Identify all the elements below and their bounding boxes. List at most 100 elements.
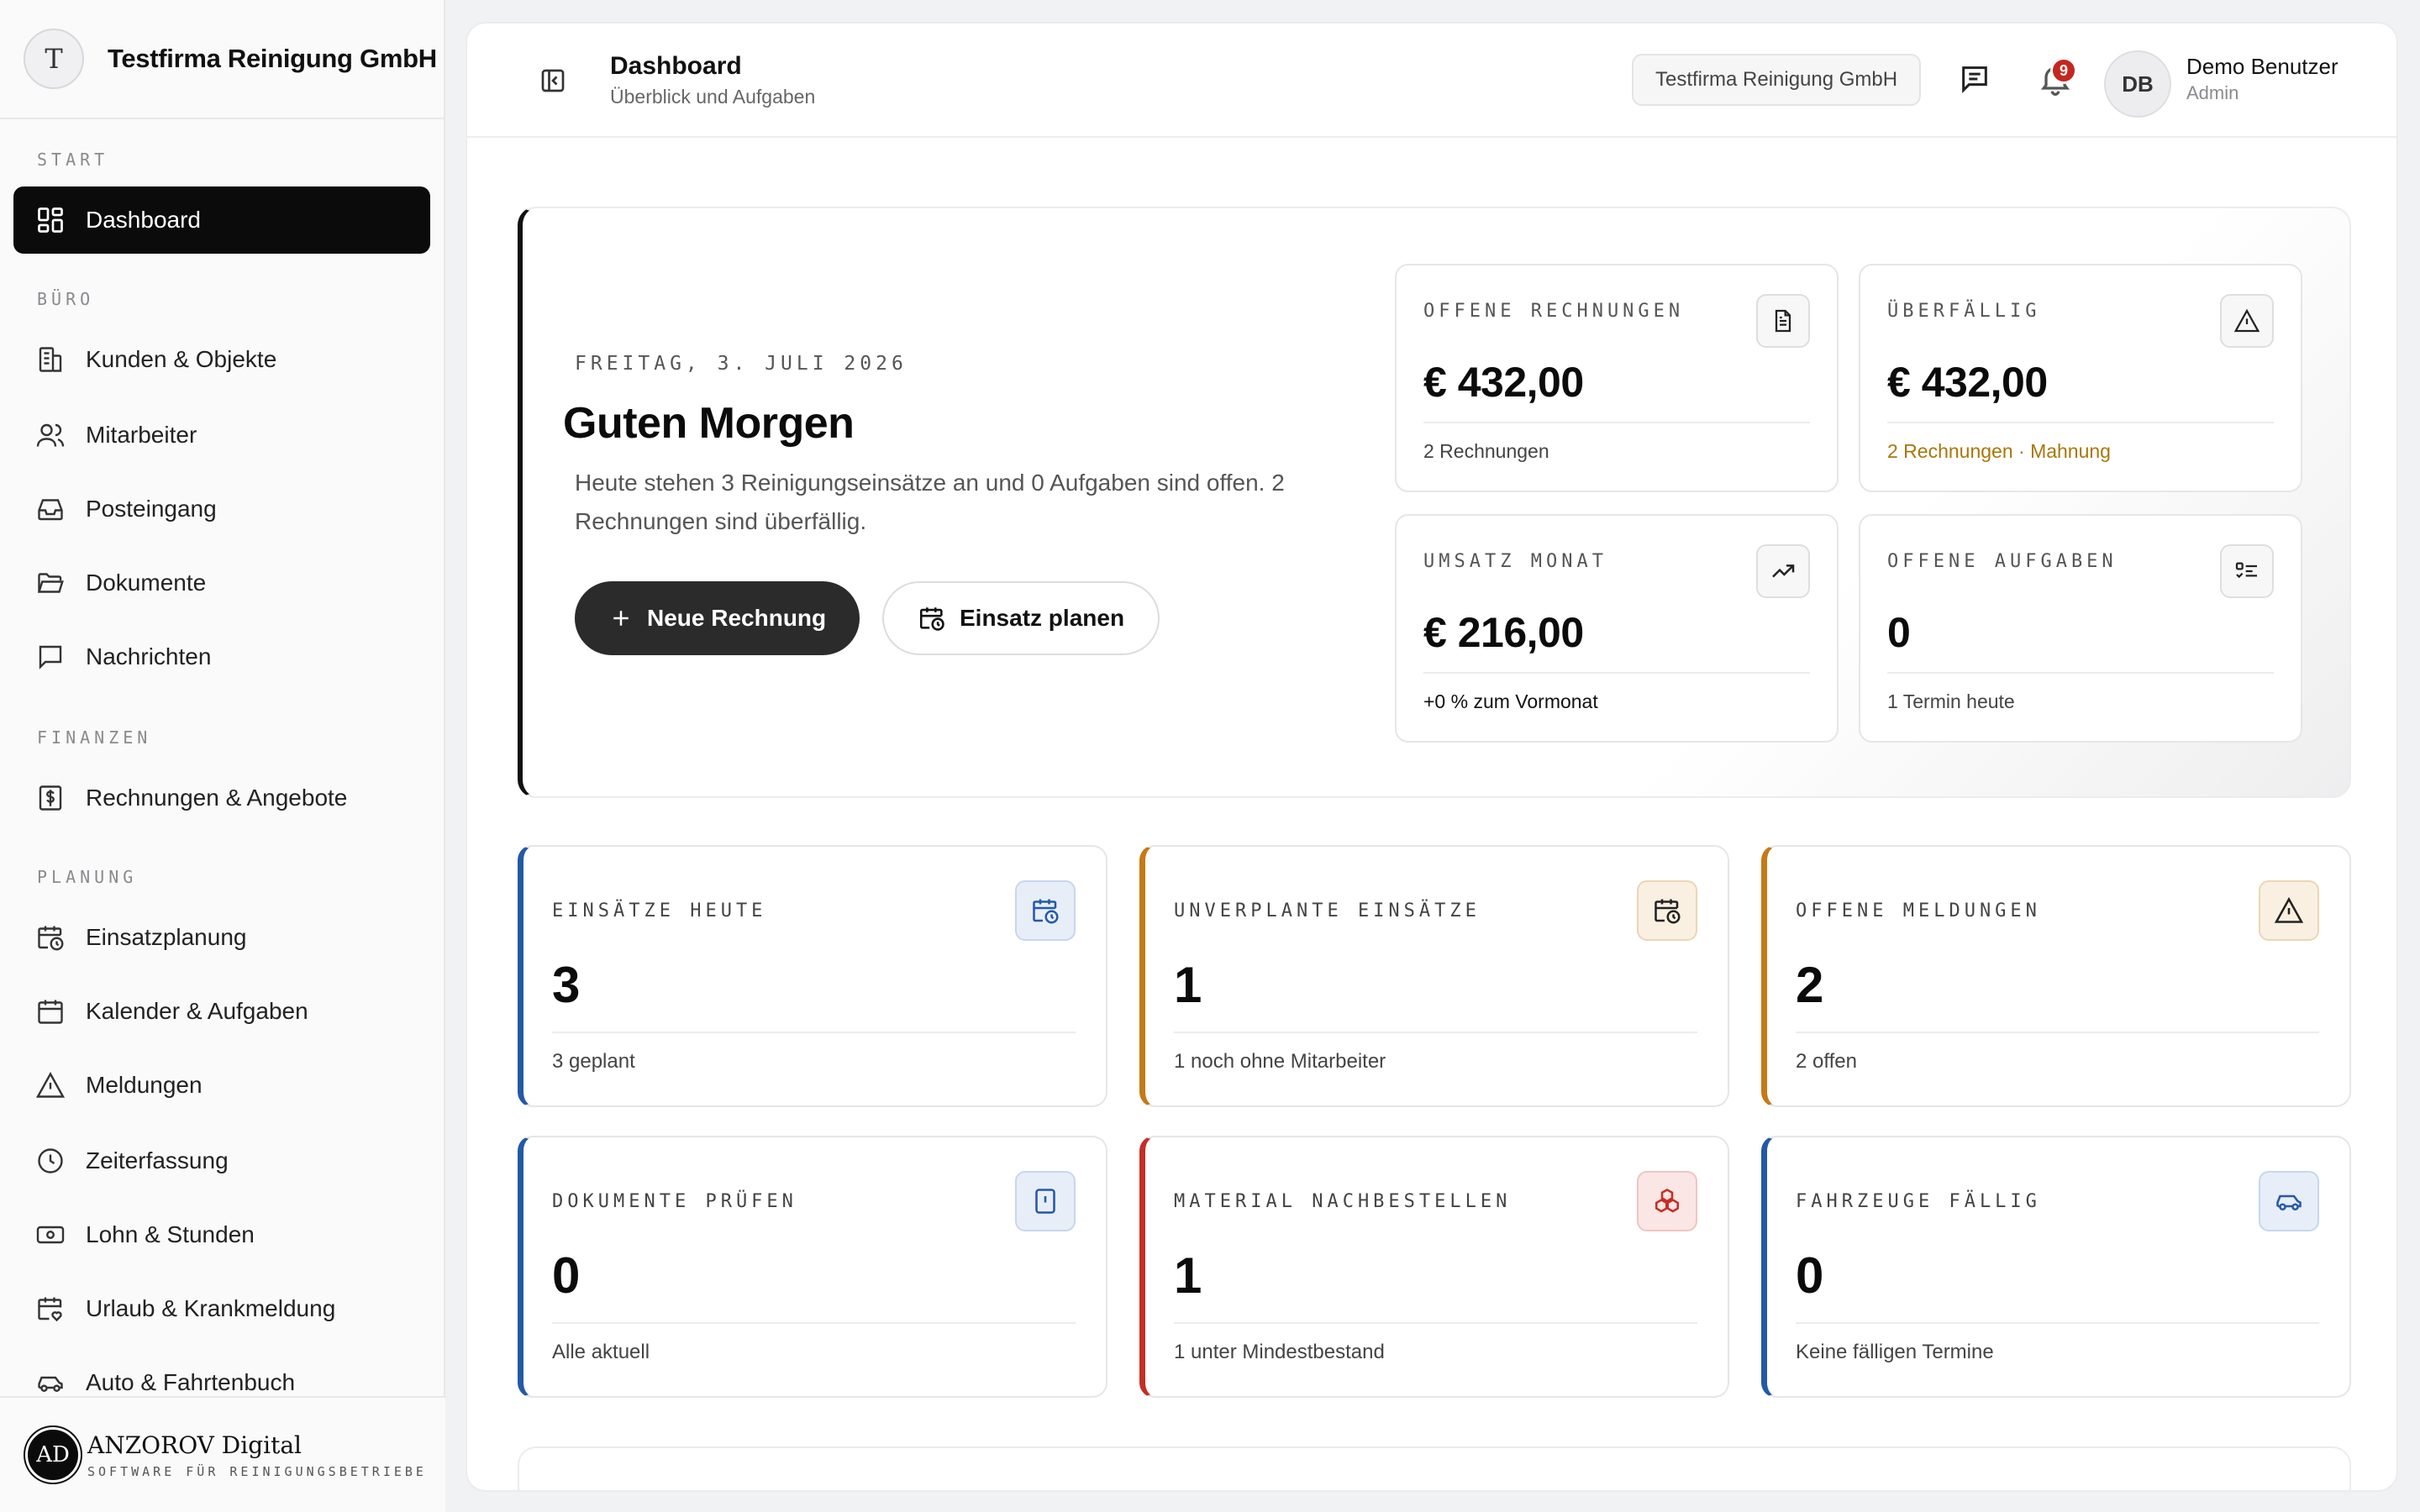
sidebar-item-label: Dashboard (86, 207, 201, 233)
sidebar-item-label: Meldungen (86, 1072, 203, 1098)
sidebar-item-nachrichten[interactable]: Nachrichten (13, 623, 430, 690)
brand-avatar: T (24, 29, 84, 89)
next-section-card (518, 1446, 2351, 1490)
kpi-open-tasks[interactable]: OFFENE AUFGABEN 0 1 Termin heute (1859, 514, 2302, 743)
stat-material-nachbestellen[interactable]: MATERIAL NACHBESTELLEN 1 1 unter Mindest… (1139, 1136, 1729, 1398)
plan-assignment-label: Einsatz planen (960, 605, 1125, 631)
messages-icon[interactable] (1958, 62, 1991, 96)
dashboard-icon (38, 207, 63, 233)
sidebar-item-urlaub[interactable]: Urlaub & Krankmeldung (13, 1275, 430, 1342)
sidebar-item-mitarbeiter[interactable]: Mitarbeiter (13, 402, 430, 469)
stat-offene-meldungen[interactable]: OFFENE MELDUNGEN 2 2 offen (1761, 845, 2351, 1107)
sidebar: T Testfirma Reinigung GmbH START Dashboa… (0, 0, 445, 1512)
kpi-value: 0 (1887, 609, 1911, 656)
stat-note: 1 noch ohne Mitarbeiter (1174, 1050, 1386, 1073)
building-icon (39, 347, 62, 372)
brand-name: Testfirma Reinigung GmbH (108, 44, 437, 73)
car-icon (2276, 1194, 2302, 1211)
nav-section-buero: BÜRO (37, 289, 95, 309)
sidebar-item-kalender[interactable]: Kalender & Aufgaben (13, 978, 430, 1045)
new-invoice-button[interactable]: Neue Rechnung (575, 581, 860, 655)
trend-up-icon (1772, 564, 1795, 578)
stat-note: Alle aktuell (552, 1341, 650, 1363)
sidebar-item-meldungen[interactable]: Meldungen (13, 1052, 430, 1119)
stat-value: 2 (1796, 957, 1824, 1013)
kpi-open-invoices[interactable]: OFFENE RECHNUNGEN € 432,00 2 Rechnungen (1395, 264, 1839, 492)
calendar-icon (38, 1000, 63, 1024)
sidebar-item-zeiterfassung[interactable]: Zeiterfassung (13, 1127, 430, 1194)
kpi-label: OFFENE RECHNUNGEN (1423, 301, 1685, 322)
user-avatar[interactable]: DB (2104, 50, 2171, 118)
kpi-revenue-month[interactable]: UMSATZ MONAT € 216,00 +0 % zum Vormonat (1395, 514, 1839, 743)
user-name[interactable]: Demo Benutzer (2186, 54, 2338, 80)
vendor-title: ANZOROV Digital (87, 1431, 302, 1459)
stat-value: 0 (552, 1247, 581, 1304)
nav-section-finanzen: FINANZEN (37, 727, 152, 748)
brand-header[interactable]: T Testfirma Reinigung GmbH (0, 0, 444, 119)
checklist-icon (2235, 562, 2257, 579)
kpi-note: +0 % zum Vormonat (1423, 690, 1598, 712)
nav-section-planung: PLANUNG (37, 867, 138, 887)
sidebar-item-label: Mitarbeiter (86, 422, 197, 448)
sidebar-item-lohn[interactable]: Lohn & Stunden (13, 1201, 430, 1268)
sidebar-item-posteingang[interactable]: Posteingang (13, 475, 430, 543)
sidebar-item-label: Einsatzplanung (86, 924, 247, 950)
hero-date: FREITAG, 3. JULI 2026 (575, 353, 908, 375)
vendor-subtitle: SOFTWARE FÜR REINIGUNGSBETRIEBE (87, 1463, 427, 1479)
calendar-heart-icon (38, 1297, 62, 1322)
kpi-label: UMSATZ MONAT (1423, 551, 1607, 572)
folder-icon (37, 573, 64, 593)
sidebar-item-label: Kalender & Aufgaben (86, 998, 308, 1024)
stat-note: 1 unter Mindestbestand (1174, 1341, 1385, 1363)
kpi-note: 1 Termin heute (1887, 690, 2015, 712)
main-panel: Dashboard Überblick und Aufgaben Testfir… (466, 22, 2398, 1492)
stat-label: OFFENE MELDUNGEN (1796, 900, 2041, 921)
sidebar-toggle-icon[interactable] (538, 66, 568, 96)
nav-section-start: START (37, 150, 109, 170)
user-role: Admin (2186, 82, 2239, 103)
kpi-note: 2 Rechnungen (1423, 440, 1549, 462)
company-switcher[interactable]: Testfirma Reinigung GmbH (1632, 54, 1922, 106)
money-icon (36, 1226, 65, 1244)
stat-value: 1 (1174, 957, 1202, 1013)
stat-value: 0 (1796, 1247, 1824, 1304)
sidebar-item-label: Nachrichten (86, 643, 212, 669)
message-icon (39, 645, 62, 669)
topbar: Dashboard Überblick und Aufgaben Testfir… (467, 24, 2396, 138)
warning-icon (2274, 896, 2304, 923)
sidebar-item-dashboard[interactable]: Dashboard (13, 186, 430, 254)
plus-icon (613, 611, 629, 626)
new-invoice-label: Neue Rechnung (647, 605, 827, 631)
vendor-footer: AD ANZOROV Digital SOFTWARE FÜR REINIGUN… (0, 1396, 445, 1512)
stat-fahrzeuge-faellig[interactable]: FAHRZEUGE FÄLLIG 0 Keine fälligen Termin… (1761, 1136, 2351, 1398)
plan-assignment-button[interactable]: Einsatz planen (882, 581, 1160, 655)
stat-unverplante-einsaetze[interactable]: UNVERPLANTE EINSÄTZE 1 1 noch ohne Mitar… (1139, 845, 1729, 1107)
sidebar-item-label: Zeiterfassung (86, 1147, 229, 1173)
sidebar-item-label: Urlaub & Krankmeldung (86, 1295, 336, 1321)
stat-note: Keine fälligen Termine (1796, 1341, 1994, 1363)
page-title: Dashboard (610, 51, 742, 80)
stat-value: 1 (1174, 1247, 1202, 1304)
stat-label: DOKUMENTE PRÜFEN (552, 1191, 797, 1212)
users-icon (36, 423, 65, 447)
stat-dokumente-pruefen[interactable]: DOKUMENTE PRÜFEN 0 Alle aktuell (518, 1136, 1107, 1398)
sidebar-item-label: Dokumente (86, 570, 207, 596)
sidebar-item-einsatzplanung[interactable]: Einsatzplanung (13, 904, 430, 971)
sidebar-item-rechnungen[interactable]: Rechnungen & Angebote (13, 764, 430, 832)
stat-label: MATERIAL NACHBESTELLEN (1174, 1191, 1512, 1212)
kpi-note: 2 Rechnungen · Mahnung (1887, 440, 2111, 462)
notification-badge: 9 (2050, 57, 2077, 84)
stat-value: 3 (552, 957, 581, 1013)
sidebar-item-kunden[interactable]: Kunden & Objekte (13, 326, 430, 393)
hero-greeting: Guten Morgen (563, 399, 855, 448)
calendar-clock-icon (919, 607, 944, 631)
clock-icon (38, 1148, 63, 1173)
stat-note: 3 geplant (552, 1050, 635, 1073)
stat-einsaetze-heute[interactable]: EINSÄTZE HEUTE 3 3 geplant (518, 845, 1107, 1107)
kpi-overdue[interactable]: ÜBERFÄLLIG € 432,00 2 Rechnungen · Mahnu… (1859, 264, 2302, 492)
sidebar-item-label: Auto & Fahrtenbuch (86, 1369, 296, 1395)
sidebar-item-dokumente[interactable]: Dokumente (13, 549, 430, 617)
calendar-clock-icon (1033, 899, 1059, 924)
inbox-icon (38, 499, 63, 521)
kpi-label: OFFENE AUFGABEN (1887, 551, 2118, 572)
